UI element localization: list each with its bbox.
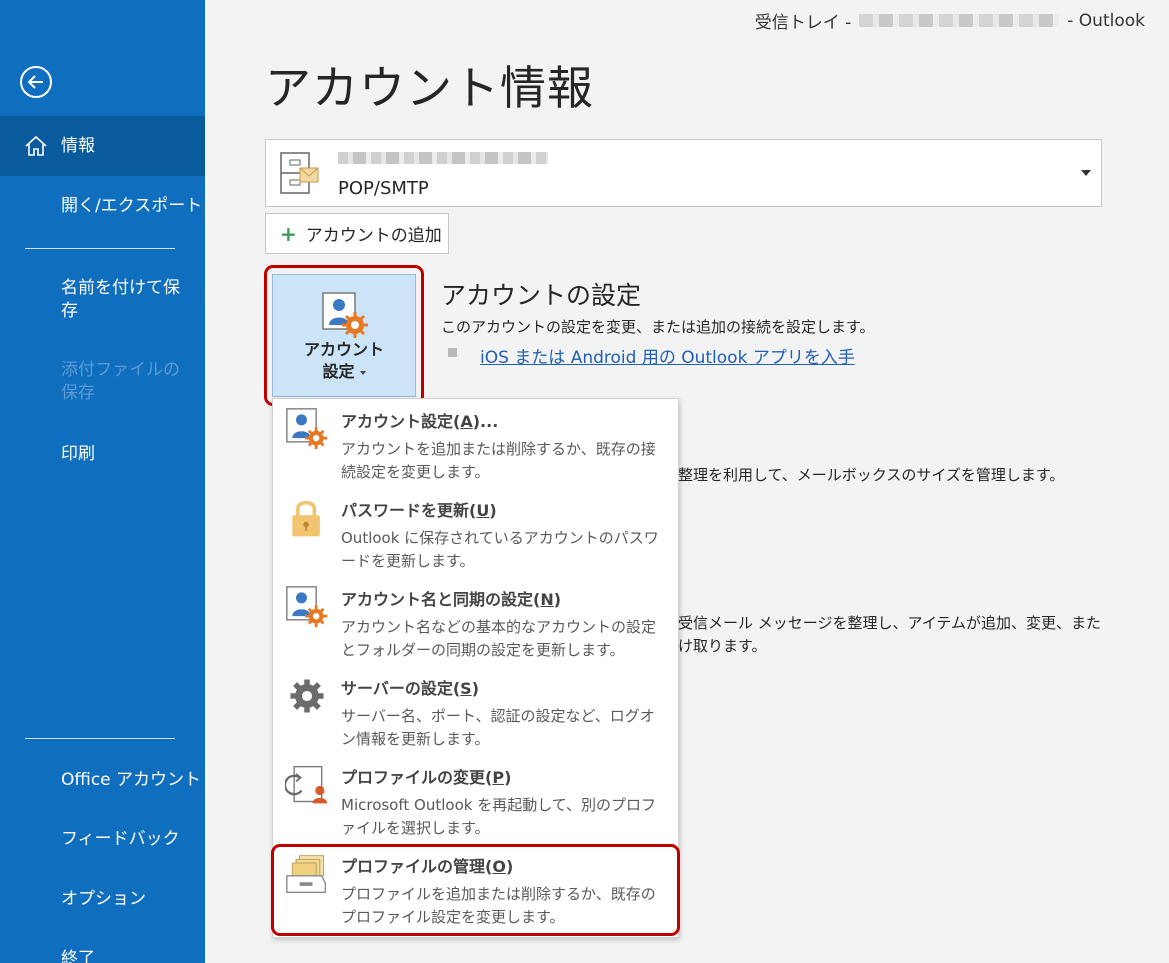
rules-alerts-text: 受信メール メッセージを整理し、アイテムが追加、変更、また bbox=[678, 614, 1101, 632]
redacted-email bbox=[338, 152, 548, 164]
menu-item-description: Microsoft Outlook を再起動して、別のプロファイルを選択します。 bbox=[341, 796, 657, 837]
account-settings-button-label: アカウント 設定 bbox=[273, 339, 415, 383]
menu-item-description: サーバー名、ポート、認証の設定など、ログオン情報を更新します。 bbox=[341, 707, 655, 748]
nav-print[interactable]: 印刷 bbox=[0, 424, 205, 484]
account-settings-icon bbox=[322, 292, 368, 338]
settings-label-line1: アカウント bbox=[303, 340, 384, 359]
menu-item-change-profile[interactable]: プロファイルの変更(P) Microsoft Outlook を再起動して、別の… bbox=[273, 755, 678, 844]
caret-down-icon bbox=[359, 370, 366, 375]
menu-item-account-settings[interactable]: アカウント設定(A)... アカウントを追加または削除するか、既存の接続設定を変… bbox=[273, 399, 678, 488]
add-account-button[interactable]: + アカウントの追加 bbox=[265, 213, 449, 254]
account-selector[interactable]: POP/SMTP bbox=[265, 139, 1102, 207]
nav-options-label: オプション bbox=[61, 888, 146, 909]
nav-options[interactable]: オプション bbox=[0, 869, 205, 929]
nav-save-attachments: 添付ファイルの保存 bbox=[0, 354, 190, 410]
nav-feedback-label: フィードバック bbox=[61, 828, 180, 849]
bullet-icon bbox=[448, 348, 457, 357]
title-suffix: - Outlook bbox=[1067, 10, 1145, 31]
rules-alerts-text-2: け取ります。 bbox=[678, 637, 767, 655]
lock-icon bbox=[292, 500, 320, 537]
menu-item-title: プロファイルの変更(P) bbox=[341, 768, 512, 787]
menu-item-title: アカウント設定(A)... bbox=[341, 412, 499, 431]
nav-feedback[interactable]: フィードバック bbox=[0, 809, 205, 869]
menu-item-title: サーバーの設定(S) bbox=[341, 679, 479, 698]
nav-divider bbox=[25, 248, 175, 249]
menu-item-title: アカウント名と同期の設定(N) bbox=[341, 590, 562, 609]
menu-item-description: アカウントを追加または削除するか、既存の接続設定を変更します。 bbox=[341, 440, 656, 481]
menu-item-title: パスワードを更新(U) bbox=[341, 501, 497, 520]
redacted-account-name bbox=[859, 14, 1060, 27]
home-icon bbox=[25, 135, 47, 156]
menu-item-server-settings[interactable]: サーバーの設定(S) サーバー名、ポート、認証の設定など、ログオン情報を更新しま… bbox=[273, 666, 678, 755]
nav-office-account-label: Office アカウント bbox=[61, 769, 202, 790]
account-settings-description: このアカウントの設定を変更、または追加の接続を設定します。 bbox=[441, 318, 875, 336]
plus-icon: + bbox=[280, 221, 297, 246]
add-account-label: アカウントの追加 bbox=[305, 226, 442, 246]
get-mobile-app-link[interactable]: iOS または Android 用の Outlook アプリを入手 bbox=[480, 343, 855, 368]
account-settings-button[interactable]: アカウント 設定 bbox=[272, 274, 416, 397]
window-title: 受信トレイ - - Outlook bbox=[754, 8, 1145, 34]
title-prefix: 受信トレイ - bbox=[754, 13, 852, 33]
nav-info[interactable]: 情報 bbox=[0, 116, 205, 176]
mailbox-icon bbox=[280, 152, 319, 194]
nav-print-label: 印刷 bbox=[61, 443, 95, 464]
gear-icon bbox=[290, 679, 324, 713]
nav-divider bbox=[25, 738, 175, 739]
nav-save-as[interactable]: 名前を付けて保存 bbox=[0, 272, 190, 328]
chevron-down-icon[interactable] bbox=[1081, 170, 1091, 176]
account-settings-title: アカウントの設定 bbox=[441, 281, 642, 310]
nav-save-as-label: 名前を付けて保存 bbox=[61, 278, 180, 321]
settings-label-line2: 設定 bbox=[322, 362, 355, 381]
change-profile-icon bbox=[285, 765, 328, 804]
nav-exit[interactable]: 終了 bbox=[0, 929, 205, 963]
menu-item-description: アカウント名などの基本的なアカウントの設定とフォルダーの同期の設定を更新します。 bbox=[341, 618, 657, 659]
mailbox-settings-text: 整理を利用して、メールボックスのサイズを管理します。 bbox=[678, 466, 1065, 484]
nav-open-export[interactable]: 開く/エクスポート bbox=[0, 176, 205, 236]
page-title: アカウント情報 bbox=[265, 61, 594, 115]
nav-exit-label: 終了 bbox=[61, 948, 95, 963]
menu-item-description: Outlook に保存されているアカウントのパスワードを更新します。 bbox=[341, 529, 659, 570]
menu-item-update-password[interactable]: パスワードを更新(U) Outlook に保存されているアカウントのパスワードを… bbox=[273, 488, 678, 577]
nav-save-attachments-label: 添付ファイルの保存 bbox=[61, 360, 180, 403]
account-type: POP/SMTP bbox=[338, 178, 429, 199]
back-arrow-icon[interactable] bbox=[20, 66, 52, 98]
backstage-sidebar: 情報 開く/エクスポート 名前を付けて保存 添付ファイルの保存 印刷 Offic… bbox=[0, 0, 205, 963]
menu-item-name-sync[interactable]: アカウント名と同期の設定(N) アカウント名などの基本的なアカウントの設定とフォ… bbox=[273, 577, 678, 666]
nav-info-label: 情報 bbox=[61, 135, 95, 156]
nav-office-account[interactable]: Office アカウント bbox=[0, 750, 205, 810]
highlight-frame bbox=[271, 844, 680, 936]
nav-open-export-label: 開く/エクスポート bbox=[61, 195, 203, 216]
account-sync-icon bbox=[286, 586, 328, 628]
account-settings-icon bbox=[286, 408, 328, 450]
